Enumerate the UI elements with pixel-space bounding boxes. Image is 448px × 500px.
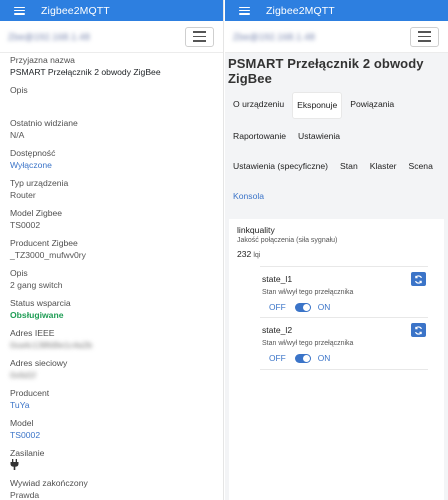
device-title: PSMART Przełącznik 2 obwody ZigBee bbox=[228, 56, 424, 86]
field-manufacturer: Producent TuYa bbox=[10, 388, 213, 412]
field-label: Opis bbox=[10, 85, 28, 95]
field-ieee-address: Adres IEEE 0xa4c138fd9e1c4a2b bbox=[10, 328, 213, 352]
field-label: Wywiad zakończony bbox=[10, 478, 88, 488]
switch-description: Stan wł/wył tego przełącznika bbox=[262, 340, 354, 347]
field-device-type: Typ urządzenia Router bbox=[10, 178, 213, 202]
field-power-source: Zasilanie bbox=[10, 448, 213, 472]
field-label: Producent bbox=[10, 388, 50, 398]
field-label: Status wsparcia bbox=[10, 298, 71, 308]
address-bar: Zbe@192.168.1.48 bbox=[0, 21, 223, 53]
switch-state-l1: state_l1 Stan wł/wył tego przełącznika O… bbox=[260, 266, 428, 318]
field-label: Dostępność bbox=[10, 148, 56, 158]
power-plug-icon bbox=[10, 459, 213, 472]
field-label: Opis bbox=[10, 268, 28, 278]
switch-state-l2: state_l2 Stan wł/wył tego przełącznika O… bbox=[260, 318, 428, 370]
field-label: Model bbox=[10, 418, 34, 428]
field-zigbee-model: Model Zigbee TS0002 bbox=[10, 208, 213, 232]
switch-toggle-row: OFF ON bbox=[260, 353, 428, 363]
field-network-address: Adres sieciowy 0x6d1f bbox=[10, 358, 213, 382]
zigbee-model-value: TS0002 bbox=[10, 220, 41, 230]
manufacturer-link[interactable]: TuYa bbox=[10, 399, 213, 412]
tab-exposes[interactable]: Eksponuje bbox=[292, 92, 343, 119]
server-address: Zbe@192.168.1.48 bbox=[8, 31, 90, 42]
field-label: Adres IEEE bbox=[10, 328, 55, 338]
top-bar: Zigbee2MQTT bbox=[0, 0, 223, 21]
network-address-value: 0x6d1f bbox=[10, 370, 36, 380]
field-support-status: Status wsparcia Obsługiwane bbox=[10, 298, 213, 322]
field-label: Adres sieciowy bbox=[10, 358, 68, 368]
state-toggle[interactable] bbox=[294, 302, 311, 312]
zigbee-manufacturer-value: _TZ3000_mufwv0ry bbox=[10, 250, 86, 260]
tab-reporting[interactable]: Raportowanie bbox=[229, 124, 290, 149]
field-friendly-name: Przyjazna nazwa PSMART Przełącznik 2 obw… bbox=[10, 55, 213, 79]
tab-scene[interactable]: Scena bbox=[404, 154, 436, 179]
tab-state[interactable]: Stan bbox=[336, 154, 362, 179]
refresh-state-button[interactable] bbox=[411, 323, 426, 337]
app-title: Zigbee2MQTT bbox=[41, 4, 110, 17]
address-bar: Zbe@192.168.1.48 bbox=[225, 21, 448, 53]
tab-specific-settings[interactable]: Ustawienia (specyficzne) bbox=[229, 154, 332, 179]
off-label[interactable]: OFF bbox=[269, 353, 286, 363]
switch-description: Stan wł/wył tego przełącznika bbox=[262, 289, 354, 296]
linkquality-title: linkquality bbox=[237, 225, 275, 235]
linkquality-value-row: 232 lqi bbox=[235, 249, 438, 259]
hamburger-menu-icon[interactable] bbox=[14, 6, 25, 15]
device-info-list: Przyjazna nazwa PSMART Przełącznik 2 obw… bbox=[0, 53, 223, 500]
field-model-description: Opis 2 gang switch bbox=[10, 268, 213, 292]
model-description-value: 2 gang switch bbox=[10, 280, 63, 290]
linkquality-value: 232 bbox=[237, 249, 252, 259]
field-label: Zasilanie bbox=[10, 448, 45, 458]
exposes-panel: linkquality Jakość połączenia (siła sygn… bbox=[229, 219, 444, 500]
friendly-name-value[interactable]: PSMART Przełącznik 2 obwody ZigBee bbox=[10, 66, 213, 79]
on-label[interactable]: ON bbox=[318, 302, 331, 312]
field-zigbee-manufacturer: Producent Zigbee _TZ3000_mufwv0ry bbox=[10, 238, 213, 262]
description-value[interactable] bbox=[10, 96, 213, 109]
field-model: Model TS0002 bbox=[10, 418, 213, 442]
tab-console[interactable]: Konsola bbox=[229, 184, 268, 209]
app-title: Zigbee2MQTT bbox=[266, 4, 335, 17]
field-label: Przyjazna nazwa bbox=[10, 55, 75, 65]
linkquality-description: Jakość połączenia (siła sygnału) bbox=[237, 237, 338, 244]
field-description: Opis bbox=[10, 85, 213, 109]
state-toggle[interactable] bbox=[294, 353, 311, 363]
tab-bind[interactable]: Powiązania bbox=[346, 92, 398, 119]
on-label[interactable]: ON bbox=[318, 353, 331, 363]
tab-cluster[interactable]: Klaster bbox=[366, 154, 401, 179]
tab-settings[interactable]: Ustawienia bbox=[294, 124, 344, 149]
last-seen-value: N/A bbox=[10, 130, 25, 140]
device-tabs: O urządzeniu Eksponuje Powiązania Raport… bbox=[225, 86, 448, 209]
field-label: Ostatnio widziane bbox=[10, 118, 78, 128]
field-label: Model Zigbee bbox=[10, 208, 63, 218]
server-address: Zbe@192.168.1.48 bbox=[233, 31, 315, 42]
device-info-pane: Zigbee2MQTT Zbe@192.168.1.48 Przyjazna n… bbox=[0, 0, 224, 500]
field-interview-completed: Wywiad zakończony Prawda bbox=[10, 478, 213, 500]
interview-completed-value: Prawda bbox=[10, 490, 40, 500]
model-link[interactable]: TS0002 bbox=[10, 429, 213, 442]
device-type-value: Router bbox=[10, 190, 36, 200]
off-label[interactable]: OFF bbox=[269, 302, 286, 312]
field-availability: Dostępność Wyłączone bbox=[10, 148, 213, 172]
field-label: Producent Zigbee bbox=[10, 238, 78, 248]
menu-toggle-button[interactable] bbox=[185, 26, 214, 47]
device-exposes-pane: Zigbee2MQTT Zbe@192.168.1.48 PSMART Prze… bbox=[225, 0, 448, 500]
field-last-seen: Ostatnio widziane N/A bbox=[10, 118, 213, 142]
refresh-icon bbox=[414, 274, 423, 284]
switch-name: state_l2 bbox=[262, 325, 293, 335]
tab-about[interactable]: O urządzeniu bbox=[229, 92, 288, 119]
switch-name: state_l1 bbox=[262, 274, 293, 284]
menu-toggle-button[interactable] bbox=[410, 26, 439, 47]
support-status-value: Obsługiwane bbox=[10, 310, 64, 320]
availability-link[interactable]: Wyłączone bbox=[10, 159, 213, 172]
top-bar: Zigbee2MQTT bbox=[225, 0, 448, 21]
hamburger-menu-icon[interactable] bbox=[239, 6, 250, 15]
ieee-address-value: 0xa4c138fd9e1c4a2b bbox=[10, 340, 93, 350]
field-label: Typ urządzenia bbox=[10, 178, 69, 188]
switch-toggle-row: OFF ON bbox=[260, 302, 428, 312]
refresh-icon bbox=[414, 325, 423, 335]
refresh-state-button[interactable] bbox=[411, 272, 426, 286]
linkquality-unit: lqi bbox=[253, 252, 261, 259]
